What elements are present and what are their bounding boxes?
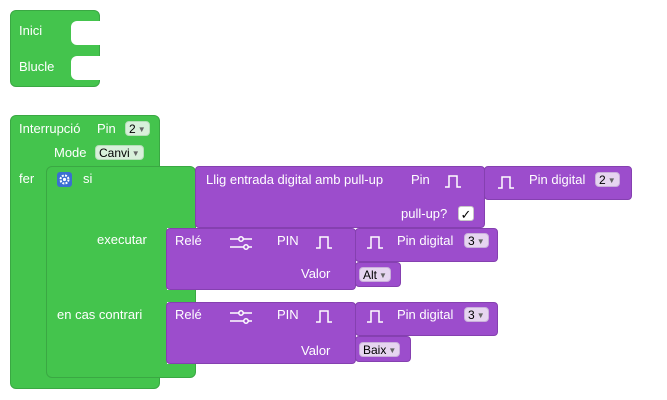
pin-digital-label: Pin digital	[397, 233, 454, 248]
relay-pin-label: PIN	[277, 233, 299, 248]
inici-label: Inici	[19, 23, 43, 38]
pullup-checkbox[interactable]: ✓	[458, 206, 474, 222]
relay-pin-label: PIN	[277, 307, 299, 322]
pulse-icon	[316, 236, 332, 249]
pullup-label: pull-up?	[401, 206, 448, 221]
relay-block-2[interactable]: Relé PIN Valor	[166, 302, 356, 364]
read-label: Llig entrada digital amb pull-up	[206, 172, 384, 187]
gear-icon[interactable]	[57, 172, 72, 187]
valor-label: Valor	[301, 266, 331, 281]
valor-value: Baix	[363, 343, 387, 357]
inici-slot	[71, 21, 103, 45]
dropdown-arrow-icon: ▼	[476, 311, 485, 320]
pin-digital-dropdown[interactable]: 2 ▼	[595, 172, 620, 187]
relay-switch-icon	[230, 236, 252, 250]
bucle-slot	[71, 56, 103, 80]
pulse-icon	[498, 176, 514, 189]
dropdown-arrow-icon: ▼	[476, 237, 485, 246]
pulse-icon	[445, 175, 461, 188]
pin-digital-value: 2	[599, 173, 606, 187]
pulse-icon	[316, 310, 332, 323]
pulse-icon	[367, 310, 383, 323]
relay-label: Relé	[175, 307, 202, 322]
valor-label: Valor	[301, 343, 331, 358]
pin-digital-value: 3	[468, 308, 475, 322]
executar-label: executar	[97, 232, 147, 247]
pin-label: Pin	[97, 121, 116, 136]
relay-2-valor-block[interactable]: Baix ▼	[355, 336, 411, 362]
dropdown-arrow-icon: ▼	[388, 346, 397, 355]
fer-label: fer	[19, 171, 35, 186]
pin-digital-dropdown[interactable]: 3 ▼	[464, 307, 489, 322]
mode-value: Canvi	[99, 146, 130, 160]
dropdown-arrow-icon: ▼	[607, 176, 616, 185]
mode-dropdown[interactable]: Canvi ▼	[95, 145, 144, 160]
dropdown-arrow-icon: ▼	[131, 149, 140, 158]
relay-switch-icon	[230, 310, 252, 324]
mode-label: Mode	[54, 145, 87, 160]
valor-dropdown[interactable]: Baix ▼	[359, 342, 401, 357]
pin-digital-block[interactable]: Pin digital 2 ▼	[484, 166, 632, 200]
pin-dropdown[interactable]: 2 ▼	[125, 121, 150, 136]
relay-1-pin-digital-block[interactable]: Pin digital 3 ▼	[355, 228, 498, 262]
read-pullup-block[interactable]: Llig entrada digital amb pull-up Pin pul…	[195, 166, 485, 228]
pin-digital-dropdown[interactable]: 3 ▼	[464, 233, 489, 248]
interrupt-title: Interrupció	[19, 121, 81, 136]
relay-1-valor-block[interactable]: Alt ▼	[355, 262, 401, 287]
valor-dropdown[interactable]: Alt ▼	[359, 267, 391, 282]
pulse-icon	[367, 236, 383, 249]
pin-digital-label: Pin digital	[397, 307, 454, 322]
read-pin-label: Pin	[411, 172, 430, 187]
dropdown-arrow-icon: ▼	[379, 271, 387, 280]
si-label: si	[83, 171, 93, 186]
pin-digital-value: 3	[468, 234, 475, 248]
relay-label: Relé	[175, 233, 202, 248]
pin-digital-label: Pin digital	[529, 172, 586, 187]
else-label: en cas contrari	[57, 307, 143, 322]
dropdown-arrow-icon: ▼	[137, 125, 146, 134]
relay-2-pin-digital-block[interactable]: Pin digital 3 ▼	[355, 302, 498, 336]
start-block[interactable]: Inici Blucle	[10, 10, 103, 87]
relay-block-1[interactable]: Relé PIN Valor	[166, 228, 356, 290]
bucle-label: Blucle	[19, 59, 55, 74]
valor-value: Alt	[363, 268, 378, 282]
pin-value: 2	[129, 122, 136, 136]
